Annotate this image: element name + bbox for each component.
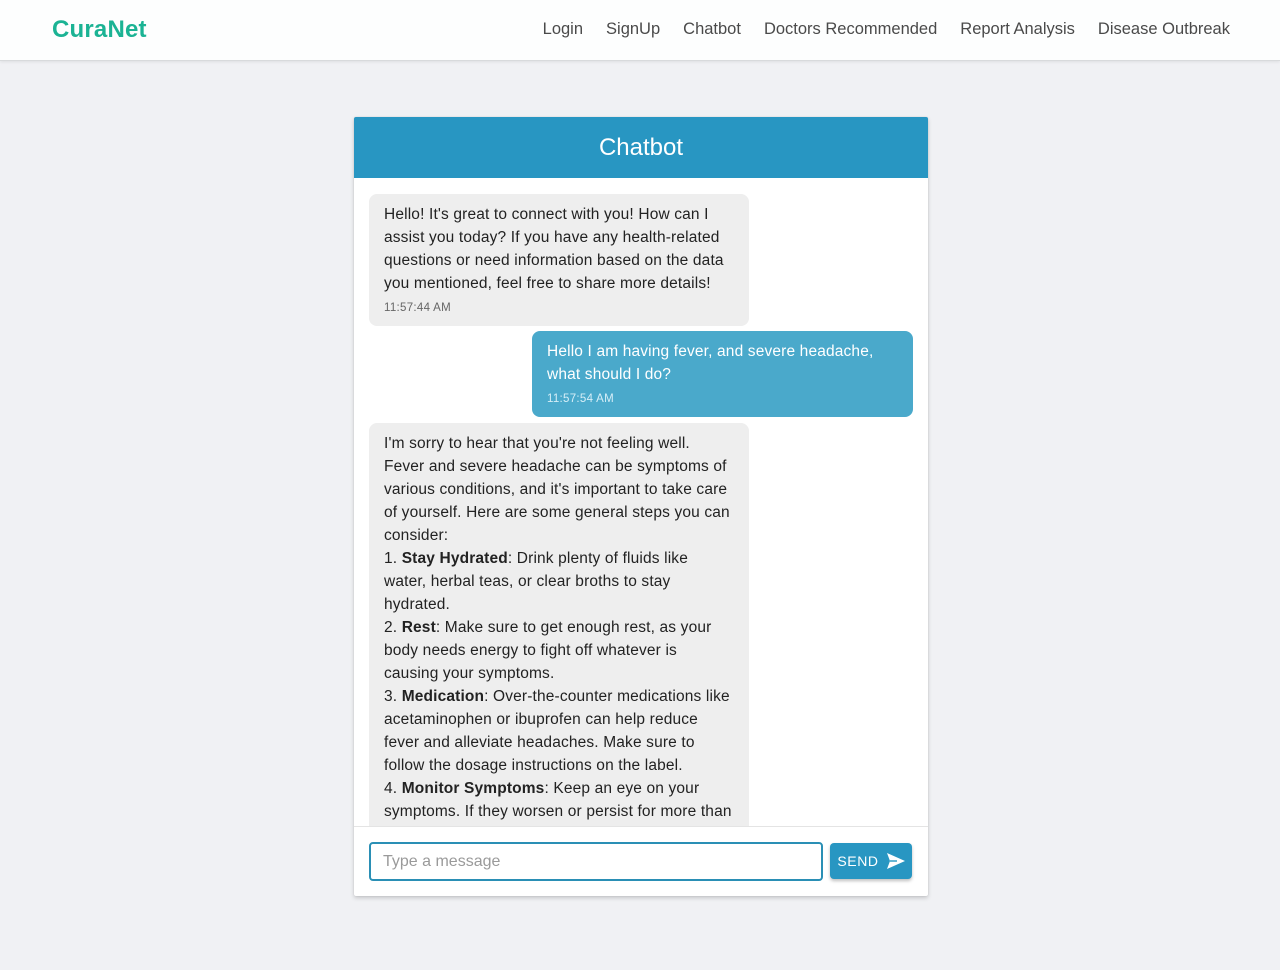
message-text: Hello I am having fever, and severe head… [547,343,874,383]
step-title: Medication [401,688,485,705]
step-number: 2. [384,619,402,636]
message-list[interactable]: Hello! It's great to connect with you! H… [354,178,928,827]
chat-card: Chatbot Hello! It's great to connect wit… [354,117,928,896]
composer: SEND [354,827,928,896]
brand-logo[interactable]: CuraNet [52,16,147,44]
nav-link-login[interactable]: Login [543,20,583,39]
message-step: 2. Rest: Make sure to get enough rest, a… [384,616,734,685]
nav-link-disease-outbreak[interactable]: Disease Outbreak [1098,20,1230,39]
bot-message: I'm sorry to hear that you're not feelin… [369,423,749,826]
send-icon [886,853,905,869]
user-message: Hello I am having fever, and severe head… [532,331,913,417]
step-number: 1. [384,550,402,567]
chat-title: Chatbot [598,133,684,161]
nav-links: Login SignUp Chatbot Doctors Recommended… [543,20,1230,39]
message-input[interactable] [369,842,823,881]
message-timestamp: 11:57:44 AM [384,302,452,314]
message-text: Hello! It's great to connect with you! H… [384,206,724,292]
chat-header: Chatbot [354,117,928,178]
bot-message: Hello! It's great to connect with you! H… [369,194,749,326]
nav-link-doctors-recommended[interactable]: Doctors Recommended [764,20,937,39]
message-step: 3. Medication: Over-the-counter medicati… [384,685,734,777]
step-title: Rest [401,619,436,636]
nav-link-signup[interactable]: SignUp [606,20,660,39]
step-title: Monitor Symptoms [401,780,545,797]
navbar: CuraNet Login SignUp Chatbot Doctors Rec… [0,0,1280,61]
step-number: 3. [384,688,402,705]
send-label: SEND [837,853,879,869]
message-step: 1. Stay Hydrated: Drink plenty of fluids… [384,547,734,616]
message-step: 4. Monitor Symptoms: Keep an eye on your… [384,777,734,826]
send-button[interactable]: SEND [830,843,912,879]
step-title: Stay Hydrated [401,550,508,567]
nav-link-chatbot[interactable]: Chatbot [683,20,741,39]
message-timestamp: 11:57:54 AM [547,393,615,405]
nav-link-report-analysis[interactable]: Report Analysis [960,20,1075,39]
step-number: 4. [384,780,402,797]
message-intro: I'm sorry to hear that you're not feelin… [384,435,730,544]
